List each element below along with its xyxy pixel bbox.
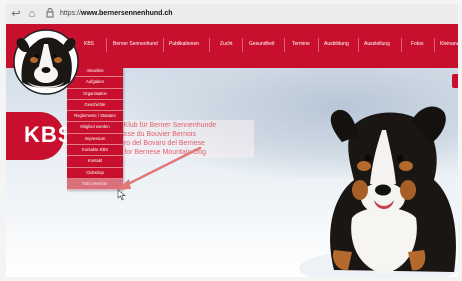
club-name-it: vizzero del Bovaro del Bernese — [108, 140, 205, 147]
club-name-en: Club for Bernese Mountain Dog — [108, 149, 207, 156]
nav-item-berner-sennenhund[interactable]: Berner Sennenhund — [113, 40, 158, 48]
menu-item-kbs-member[interactable]: KBS Member — [67, 178, 123, 191]
address-bar[interactable]: https://www.bernersennenhund.ch — [60, 8, 173, 20]
bernese-dog-photo — [299, 106, 458, 277]
nav-item-ausstellung[interactable]: Ausstellung — [364, 40, 390, 48]
menu-item-clubshop[interactable]: Clubshop — [67, 168, 123, 179]
home-icon[interactable]: ⌂ — [26, 8, 38, 20]
nav-item-gesundheit[interactable]: Gesundheit — [249, 40, 275, 48]
url-host: www.bernersennenhund.ch — [81, 10, 173, 17]
nav-divider — [401, 38, 402, 52]
side-tab-button[interactable] — [452, 74, 458, 88]
nav-item-termine[interactable]: Termine — [292, 40, 310, 48]
browser-toolbar: ↩ ⌂ https://www.bernersennenhund.ch — [6, 4, 458, 25]
nav-divider — [209, 38, 210, 52]
nav-divider — [318, 38, 319, 52]
nav-item-ausbildung[interactable]: Ausbildung — [324, 40, 349, 48]
menu-item-reglemente-statuten[interactable]: Reglemente / Statuten — [67, 111, 123, 123]
menu-item-kontakt[interactable]: Kontakt — [67, 156, 123, 168]
menu-item-impressum[interactable]: Impressum — [67, 134, 123, 146]
kbs-logo[interactable] — [8, 26, 86, 96]
club-name-fr: b Suisse du Bouvier Bernois — [108, 131, 196, 138]
nav-divider — [284, 38, 285, 52]
back-icon[interactable]: ↩ — [10, 8, 22, 20]
nav-divider — [163, 38, 164, 52]
club-names: cher Klub für Berner Sennenhunde b Suiss… — [104, 120, 254, 158]
menu-item-kontakte-kbs[interactable]: Kontakte KBS — [67, 145, 123, 157]
nav-item-zucht[interactable]: Zucht — [220, 40, 233, 48]
url-prefix: https:// — [60, 10, 82, 17]
nav-divider — [358, 38, 359, 52]
nav-divider — [242, 38, 243, 52]
nav-divider — [434, 38, 435, 52]
browser-page: ↩ ⌂ https://www.bernersennenhund.ch KBS … — [6, 4, 458, 277]
nav-item-fotos[interactable]: Fotos — [411, 40, 424, 48]
lock-icon — [44, 8, 56, 20]
club-name-de: cher Klub für Berner Sennenhunde — [108, 122, 217, 129]
nav-item-kleinanzeigen[interactable]: Kleinanz — [440, 40, 458, 48]
menu-item-geschichte[interactable]: Geschichte — [67, 100, 123, 112]
nav-divider — [106, 38, 107, 52]
nav-item-publikationen[interactable]: Publikationen — [169, 40, 199, 48]
menu-item-mitglied-werden[interactable]: Mitglied werden — [67, 122, 123, 134]
